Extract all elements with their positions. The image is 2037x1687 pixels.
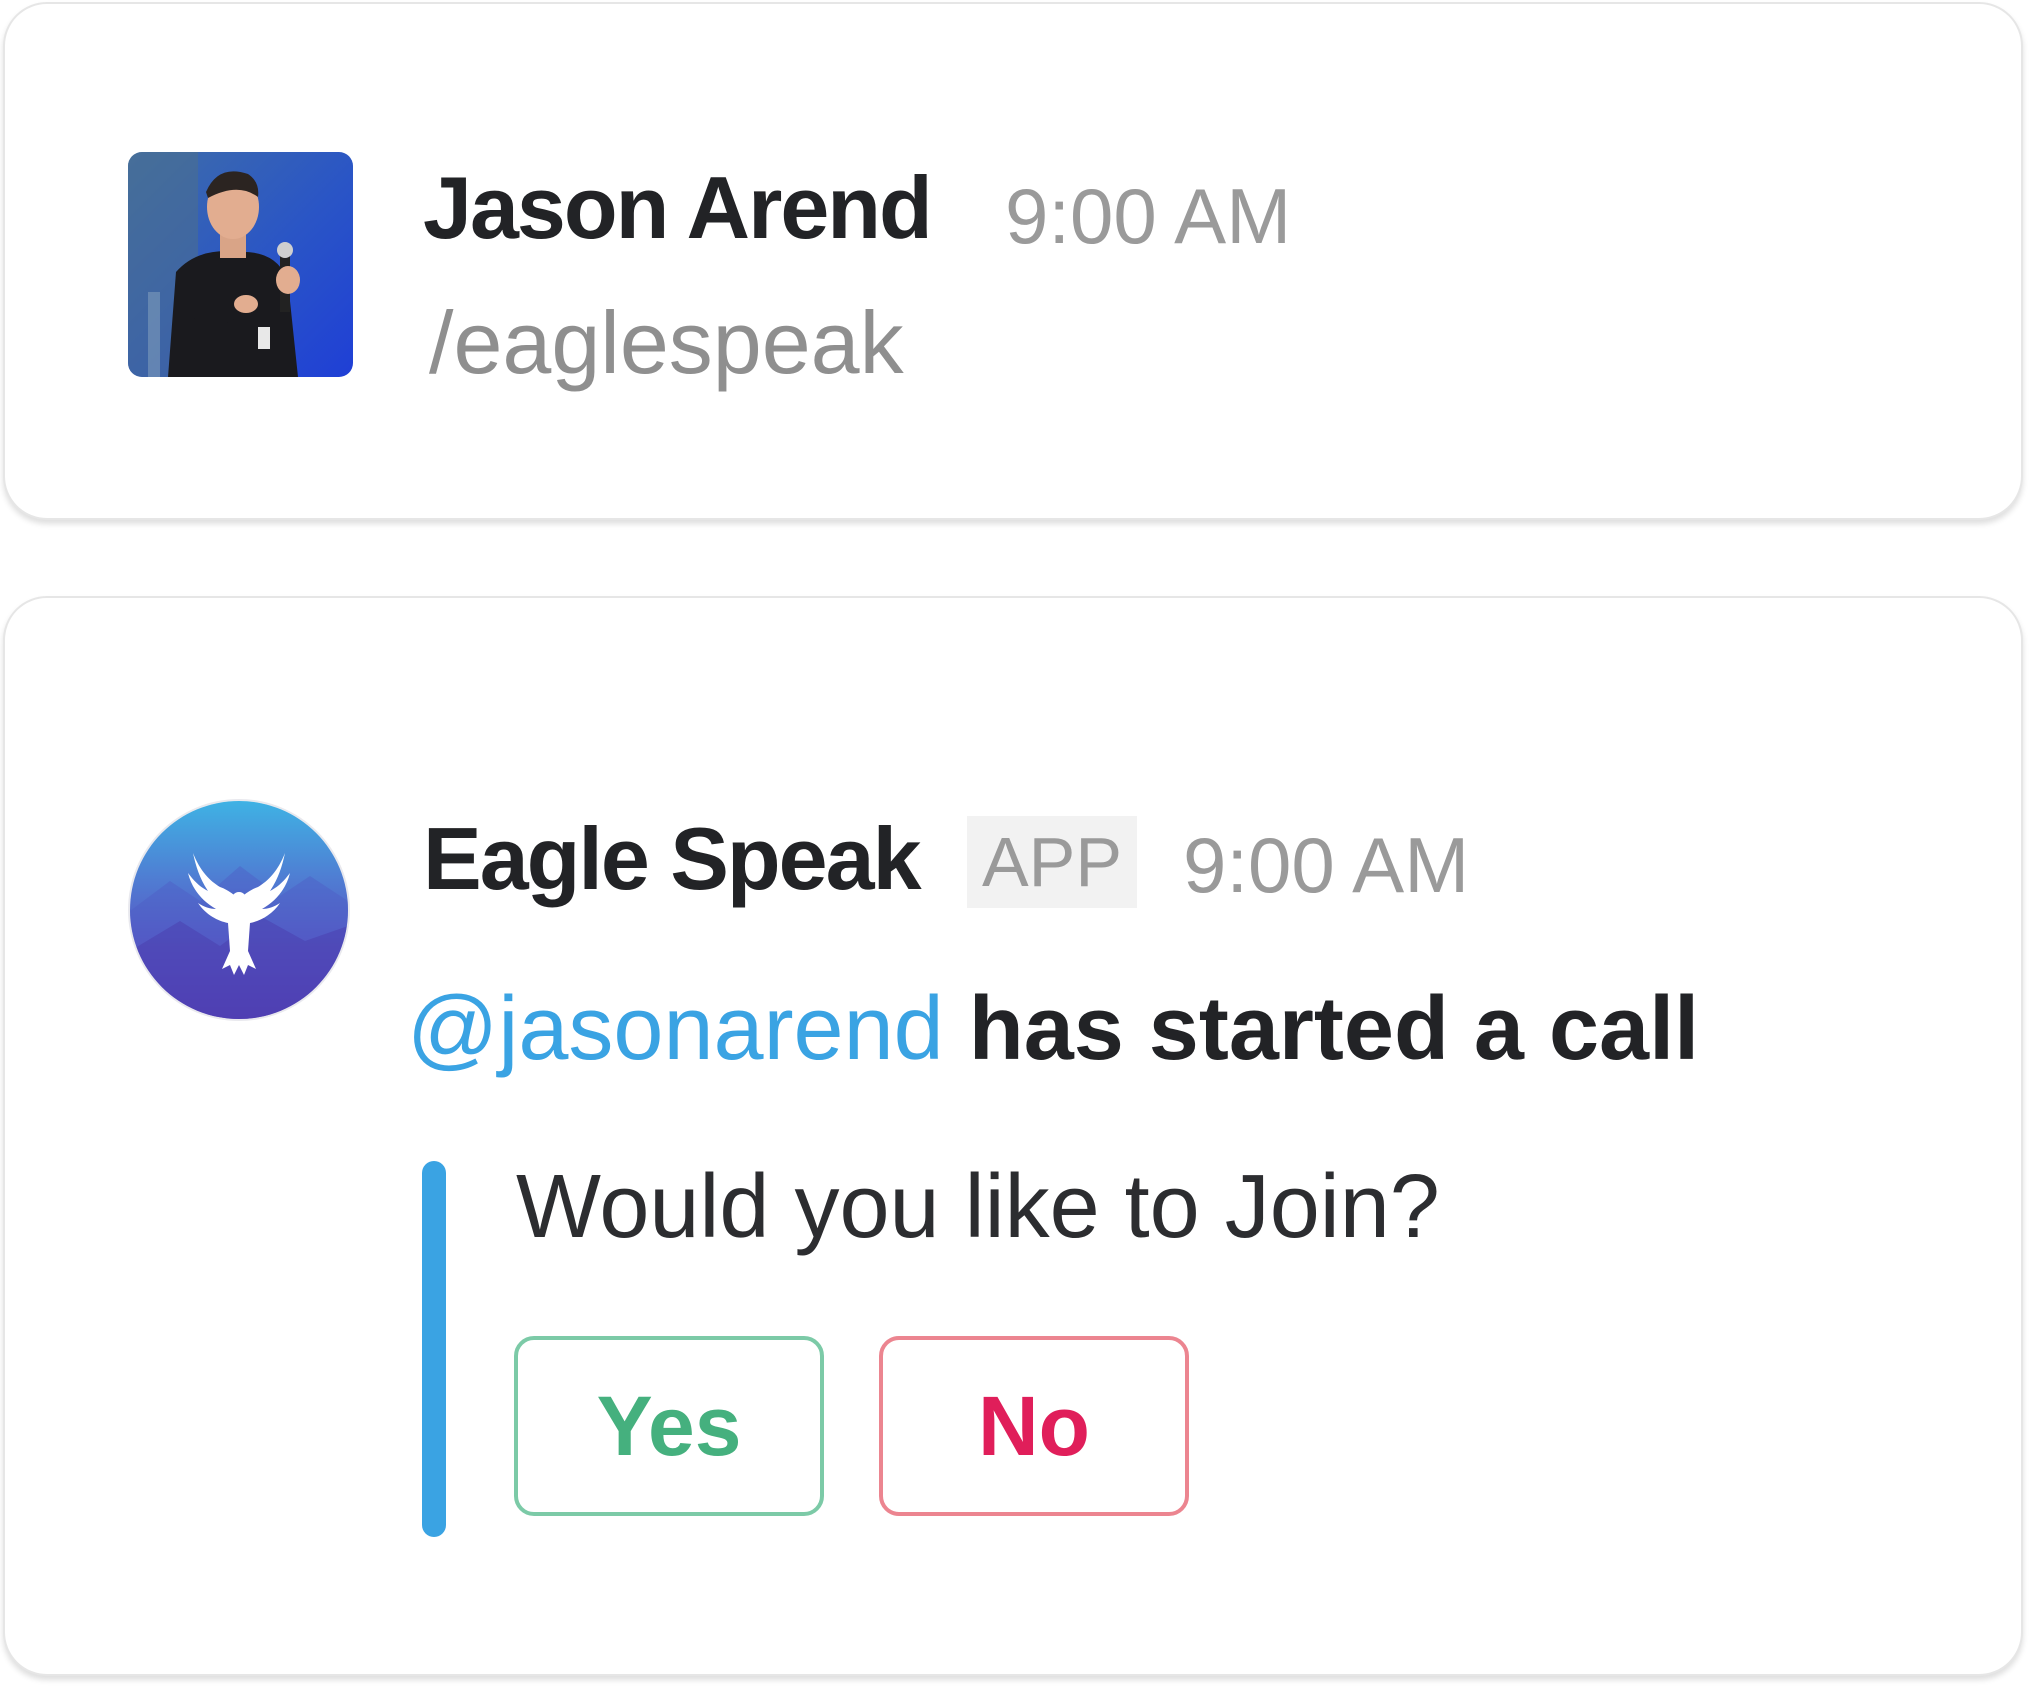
message-text: /eaglespeak [429, 293, 904, 392]
attachment-accent-bar [422, 1161, 446, 1537]
app-name[interactable]: Eagle Speak [423, 808, 922, 910]
join-question: Would you like to Join? [516, 1157, 1440, 1257]
yes-button[interactable]: Yes [514, 1336, 824, 1516]
message-timestamp[interactable]: 9:00 AM [1183, 820, 1469, 911]
user-mention[interactable]: @jasonarend [407, 979, 944, 1079]
call-started-text: has started a call [943, 979, 1700, 1079]
no-button[interactable]: No [879, 1336, 1189, 1516]
user-avatar[interactable] [128, 152, 353, 377]
author-name[interactable]: Jason Arend [423, 157, 933, 259]
message-card-app: Eagle Speak APP 9:00 AM @jasonarend has … [3, 596, 2023, 1676]
message-card-user: Jason Arend 9:00 AM /eaglespeak [3, 2, 2023, 520]
app-badge: APP [967, 816, 1137, 908]
app-avatar[interactable] [130, 801, 348, 1019]
message-timestamp[interactable]: 9:00 AM [1005, 171, 1291, 262]
call-started-message: @jasonarend has started a call [407, 978, 1699, 1081]
